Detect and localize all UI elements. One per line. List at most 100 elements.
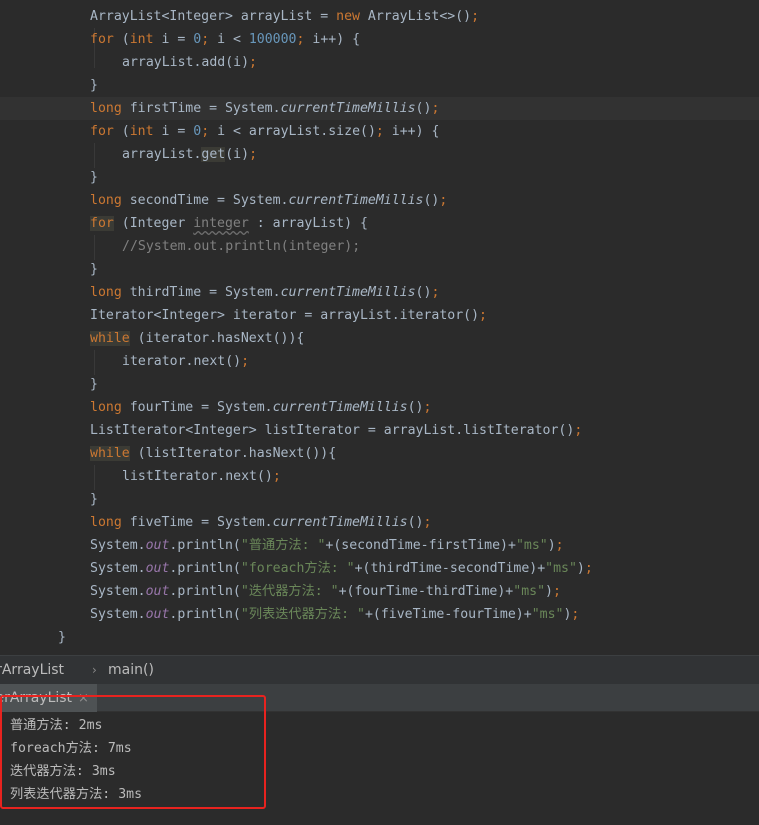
- code-token: (): [407, 400, 424, 415]
- static-method-token: currentTimeMillis: [272, 515, 408, 530]
- code-line-14[interactable]: Iterator<Integer> iterator = arrayList.i…: [0, 304, 759, 327]
- code-token: ArrayList<Integer> arrayList =: [90, 9, 337, 24]
- code-line-28[interactable]: }: [0, 626, 759, 649]
- code-token: (): [423, 193, 440, 208]
- code-token: System.: [90, 584, 146, 599]
- run-tab[interactable]: terArrayList ×: [0, 684, 97, 712]
- code-token: i =: [153, 124, 194, 139]
- code-token: +(thirdTime-secondTime)+: [354, 561, 546, 576]
- semicolon-token: ;: [272, 469, 281, 484]
- console-output[interactable]: 普通方法: 2ms foreach方法: 7ms 迭代器方法: 3ms 列表迭代…: [0, 712, 759, 825]
- code-token: ): [547, 538, 556, 553]
- code-token: arrayList.add(i): [122, 55, 250, 70]
- code-token: +(secondTime-firstTime)+: [325, 538, 516, 553]
- run-tab-label: terArrayList: [0, 690, 73, 706]
- code-token: i < arrayList.size(): [217, 124, 376, 139]
- string-token: "ms": [515, 538, 548, 553]
- code-token: (Integer: [113, 216, 194, 231]
- code-token: fiveTime = System.: [121, 515, 273, 530]
- code-line-16[interactable]: iterator.next();: [0, 350, 759, 373]
- semicolon-token: ;: [249, 147, 258, 162]
- code-token: }: [90, 78, 98, 93]
- code-token: i++) {: [391, 124, 440, 139]
- code-token: iterator.next(): [122, 354, 242, 369]
- code-line-12[interactable]: }: [0, 258, 759, 281]
- semicolon-token: ;: [571, 607, 580, 622]
- close-icon[interactable]: ×: [78, 691, 89, 706]
- string-token: "ms": [531, 607, 564, 622]
- code-token: ListIterator<Integer> listIterator = arr…: [90, 423, 575, 438]
- code-token: thirdTime = System.: [121, 285, 281, 300]
- code-token: listIterator.next(): [122, 469, 273, 484]
- breadcrumb-method[interactable]: main(): [108, 656, 154, 684]
- code-line-15[interactable]: while (iterator.hasNext()){: [0, 327, 759, 350]
- semicolon-token: ;: [201, 124, 218, 139]
- code-token: (listIterator.hasNext()){: [129, 446, 337, 461]
- code-line-26[interactable]: System.out.println("迭代器方法: "+(fourTime-t…: [0, 580, 759, 603]
- semicolon-token: ;: [423, 400, 432, 415]
- code-line-6[interactable]: for (int i = 0; i < arrayList.size(); i+…: [0, 120, 759, 143]
- code-line-13[interactable]: long thirdTime = System.currentTimeMilli…: [0, 281, 759, 304]
- static-method-token: currentTimeMillis: [288, 193, 424, 208]
- code-line-10[interactable]: for (Integer integer : arrayList) {: [0, 212, 759, 235]
- code-line-8[interactable]: }: [0, 166, 759, 189]
- code-token: +(fourTime-thirdTime)+: [338, 584, 514, 599]
- code-token: }: [90, 262, 98, 277]
- code-line-9[interactable]: long secondTime = System.currentTimeMill…: [0, 189, 759, 212]
- code-token: .println(: [169, 584, 241, 599]
- code-line-4[interactable]: }: [0, 74, 759, 97]
- code-line-27[interactable]: System.out.println("列表迭代器方法: "+(fiveTime…: [0, 603, 759, 626]
- semicolon-token: ;: [241, 354, 250, 369]
- code-token: : arrayList) {: [248, 216, 368, 231]
- code-line-23[interactable]: long fiveTime = System.currentTimeMillis…: [0, 511, 759, 534]
- code-line-2[interactable]: for (int i = 0; i < 100000; i++) {: [0, 28, 759, 51]
- string-token: "ms": [545, 561, 577, 576]
- code-line-17[interactable]: }: [0, 373, 759, 396]
- keyword-token: long: [90, 193, 122, 208]
- code-token: i <: [217, 32, 249, 47]
- highlighted-token: get: [201, 147, 226, 162]
- code-token: .println(: [169, 561, 241, 576]
- semicolon-token: ;: [201, 32, 218, 47]
- semicolon-token: ;: [296, 32, 313, 47]
- static-method-token: currentTimeMillis: [272, 400, 408, 415]
- code-token: }: [90, 377, 98, 392]
- semicolon-token: ;: [439, 193, 448, 208]
- semicolon-token: ;: [574, 423, 583, 438]
- code-token: (): [415, 101, 432, 116]
- code-token: i =: [153, 32, 194, 47]
- static-method-token: currentTimeMillis: [280, 101, 416, 116]
- comment-token: //System.out.println(integer);: [122, 239, 361, 254]
- code-line-24[interactable]: System.out.println("普通方法: "+(secondTime-…: [0, 534, 759, 557]
- keyword-token: for: [90, 216, 114, 231]
- code-token: (iterator.hasNext()){: [129, 331, 305, 346]
- field-token: out: [145, 538, 170, 553]
- code-line-25[interactable]: System.out.println("foreach方法: "+(thirdT…: [0, 557, 759, 580]
- keyword-token: long: [90, 101, 122, 116]
- code-token: }: [90, 170, 98, 185]
- code-token: firstTime = System.: [121, 101, 281, 116]
- code-line-7[interactable]: arrayList.get(i);: [0, 143, 759, 166]
- keyword-token: while: [90, 331, 130, 346]
- code-line-5[interactable]: long firstTime = System.currentTimeMilli…: [0, 97, 759, 120]
- keyword-token: for: [90, 124, 114, 139]
- console-line: 迭代器方法: 3ms: [10, 764, 116, 779]
- code-token: ): [545, 584, 553, 599]
- code-line-22[interactable]: }: [0, 488, 759, 511]
- unused-variable-token: integer: [193, 216, 249, 231]
- code-line-11[interactable]: //System.out.println(integer);: [0, 235, 759, 258]
- code-line-20[interactable]: while (listIterator.hasNext()){: [0, 442, 759, 465]
- code-line-3[interactable]: arrayList.add(i);: [0, 51, 759, 74]
- code-line-1[interactable]: ArrayList<Integer> arrayList = new Array…: [0, 5, 759, 28]
- field-token: out: [145, 607, 170, 622]
- code-token: i++) {: [312, 32, 361, 47]
- code-line-18[interactable]: long fourTime = System.currentTimeMillis…: [0, 396, 759, 419]
- string-token: "普通方法: ": [240, 538, 326, 553]
- code-token: .println(: [169, 607, 241, 622]
- code-editor[interactable]: ArrayList<Integer> arrayList = new Array…: [0, 0, 759, 655]
- code-line-21[interactable]: listIterator.next();: [0, 465, 759, 488]
- code-line-19[interactable]: ListIterator<Integer> listIterator = arr…: [0, 419, 759, 442]
- breadcrumb-class[interactable]: terArrayList: [0, 656, 64, 684]
- number-token: 100000: [248, 32, 297, 47]
- code-token: ArrayList<>(): [359, 9, 472, 24]
